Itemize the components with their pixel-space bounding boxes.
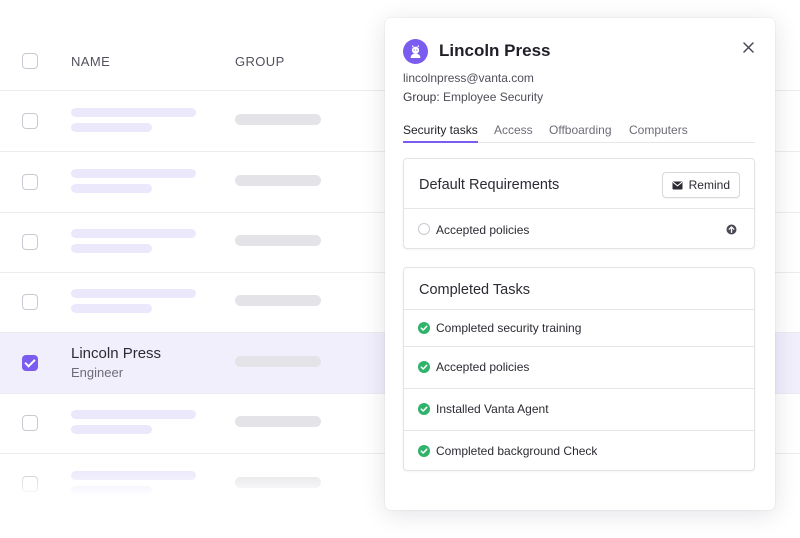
check-circle-icon [418, 361, 430, 373]
check-circle-icon [418, 403, 430, 415]
tab-offboarding[interactable]: Offboarding [549, 123, 612, 141]
group-placeholder [235, 235, 321, 246]
panel-title: Lincoln Press [439, 41, 551, 60]
tab-computers[interactable]: Computers [629, 123, 688, 141]
email-text: lincolnpress@vanta.com [403, 71, 534, 85]
group-placeholder [235, 416, 321, 427]
check-circle-icon [418, 322, 430, 334]
task-label: Accepted policies [436, 360, 530, 374]
role-placeholder [71, 304, 152, 313]
close-icon[interactable] [739, 38, 757, 56]
role-placeholder [71, 184, 152, 193]
mail-icon [672, 181, 683, 189]
name-placeholder [71, 108, 196, 117]
group-value: Employee Security [443, 90, 544, 104]
role-placeholder [71, 123, 152, 132]
role-placeholder [71, 425, 152, 434]
row-name: Lincoln Press [71, 345, 162, 362]
name-placeholder [71, 169, 196, 178]
name-placeholder [71, 289, 196, 298]
remind-label: Remind [688, 178, 730, 192]
completed-task-item: Installed Vanta Agent [404, 389, 754, 430]
group-placeholder [235, 295, 321, 306]
group-placeholder [235, 114, 321, 125]
row-role: Engineer [71, 365, 124, 380]
user-avatar-icon [403, 39, 428, 64]
completed-tasks-card: Completed Tasks Completed security train… [403, 267, 755, 471]
role-placeholder [71, 244, 152, 253]
name-placeholder [71, 229, 196, 238]
group-line: Group: Employee Security [403, 90, 543, 104]
completed-task-item: Completed background Check [404, 431, 754, 471]
column-header-group[interactable]: GROUP [235, 54, 285, 69]
person-detail-panel: Lincoln Press lincolnpress@vanta.com Gro… [385, 18, 775, 510]
upload-arrow-icon[interactable] [726, 224, 737, 235]
task-label: Completed security training [436, 321, 582, 335]
completed-task-item: Completed security training [404, 310, 754, 346]
name-placeholder [71, 410, 196, 419]
tab-security-tasks[interactable]: Security tasks [403, 123, 478, 143]
row-checkbox-checked[interactable] [22, 355, 38, 371]
task-label: Completed background Check [436, 444, 598, 458]
row-checkbox[interactable] [22, 294, 38, 310]
default-requirements-title: Default Requirements [419, 177, 560, 193]
row-checkbox[interactable] [22, 234, 38, 250]
requirement-label: Accepted policies [436, 223, 530, 237]
group-placeholder [235, 175, 321, 186]
row-checkbox[interactable] [22, 113, 38, 129]
row-checkbox[interactable] [22, 415, 38, 431]
default-requirements-card: Default Requirements Remind Accepted pol… [403, 158, 755, 249]
column-header-name[interactable]: NAME [71, 54, 110, 69]
requirement-item[interactable]: Accepted policies [404, 209, 754, 249]
check-circle-icon [418, 445, 430, 457]
row-checkbox[interactable] [22, 174, 38, 190]
tab-access[interactable]: Access [494, 123, 533, 141]
group-placeholder [235, 356, 321, 367]
tab-bar: Security tasks Access Offboarding Comput… [403, 123, 755, 143]
status-radio [418, 223, 430, 235]
remind-button[interactable]: Remind [661, 172, 740, 198]
task-label: Installed Vanta Agent [436, 402, 549, 416]
completed-tasks-title: Completed Tasks [419, 282, 530, 298]
select-all-checkbox[interactable] [22, 53, 38, 69]
group-label: Group: [403, 90, 440, 104]
completed-task-item: Accepted policies [404, 347, 754, 388]
